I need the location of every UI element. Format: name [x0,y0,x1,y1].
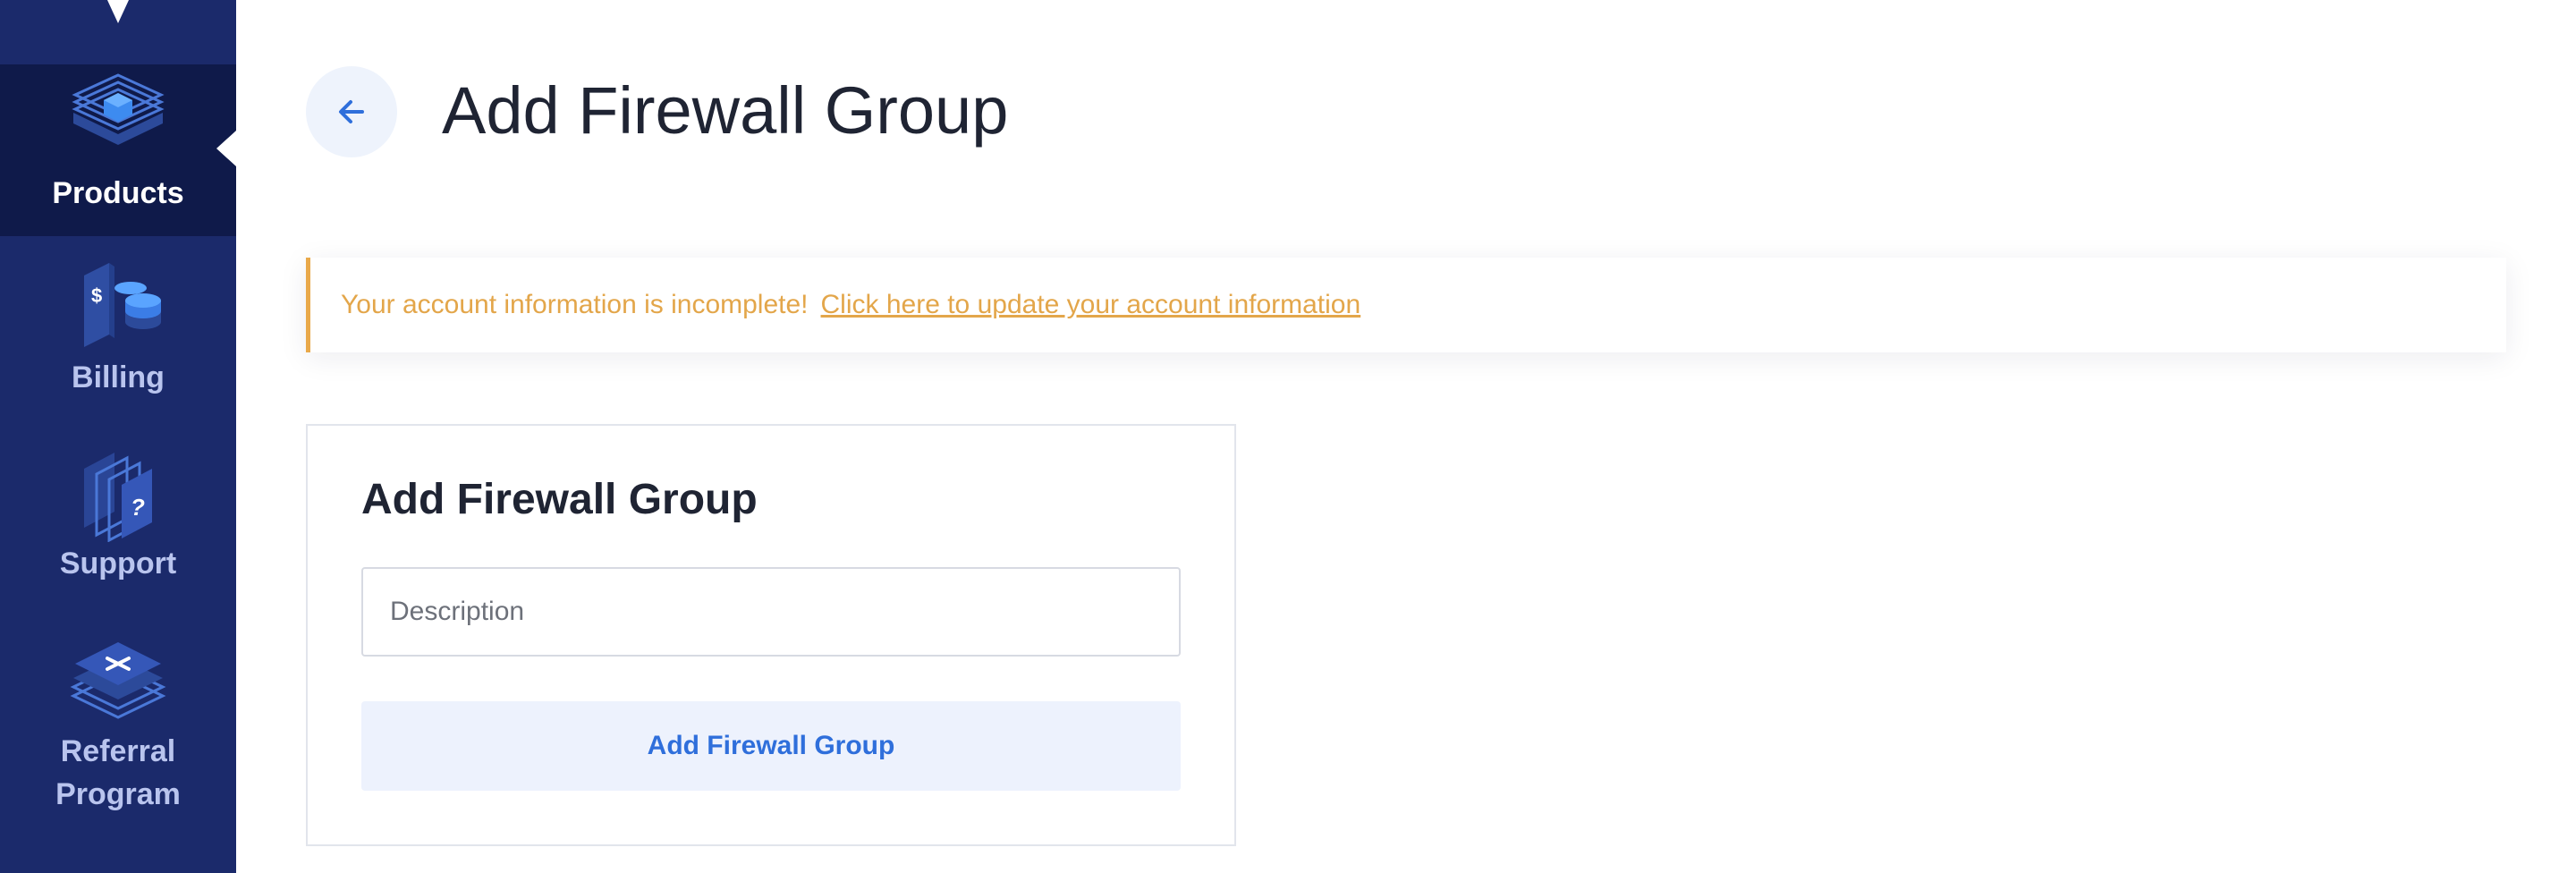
products-layers-icon [72,73,165,145]
referral-layers-icon [70,642,166,719]
alert-message: Your account information is incomplete! [341,290,809,319]
sidebar-item-billing[interactable]: $ Billing [0,256,236,426]
svg-text:$: $ [91,284,102,307]
sidebar-item-label: Support [59,547,177,581]
sidebar-item-label: Billing [72,360,165,394]
sidebar-item-support[interactable]: ? Support [0,442,236,612]
logo-icon[interactable] [93,0,143,27]
svg-text:?: ? [131,494,145,521]
account-incomplete-alert: Your account information is incomplete! … [306,258,2506,352]
sidebar-item-products[interactable]: Products [0,64,236,236]
active-indicator [216,131,236,166]
card-title: Add Firewall Group [361,476,758,523]
description-input[interactable] [361,567,1181,657]
sidebar-item-referral-program[interactable]: Referral Program [0,630,236,835]
update-account-link[interactable]: Click here to update your account inform… [821,290,1361,320]
arrow-left-icon [339,100,364,123]
sidebar-item-label: Products [52,176,184,210]
back-button[interactable] [306,66,397,157]
main-content: Add Firewall Group Your account informat… [236,0,2576,873]
app-window: Products $ Billing ? Support Referral Pr… [0,0,2576,873]
support-question-icon: ? [84,453,152,542]
billing-coins-icon: $ [84,263,161,347]
page-title: Add Firewall Group [442,73,1009,148]
sidebar-item-label: Referral Program [55,734,181,811]
add-firewall-group-card: Add Firewall Group Add Firewall Group [306,424,1236,846]
sidebar: Products $ Billing ? Support Referral Pr… [0,0,236,873]
add-firewall-group-button[interactable]: Add Firewall Group [361,701,1181,791]
